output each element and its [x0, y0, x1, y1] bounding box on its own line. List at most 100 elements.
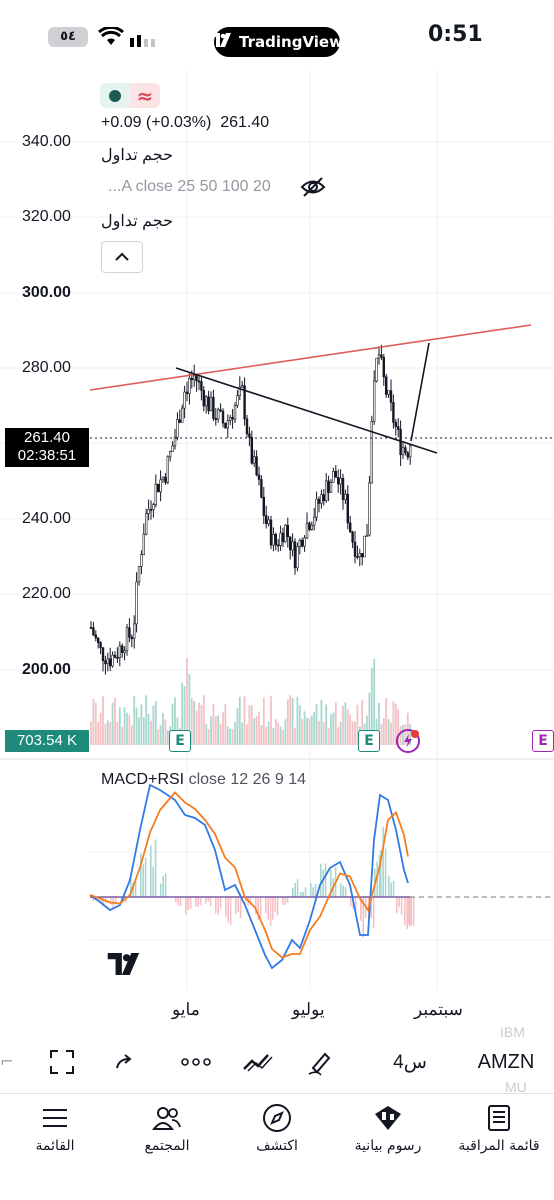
- menu-icon: [0, 1102, 110, 1134]
- macd-hist-bar: [177, 897, 179, 906]
- candle-body: [358, 553, 361, 557]
- macd-hist-bar: [215, 897, 217, 914]
- volume-bar: [135, 707, 138, 745]
- price-tick: 320.00: [22, 208, 71, 225]
- nav-label: المجتمع: [144, 1138, 190, 1154]
- candle-body: [269, 519, 273, 546]
- macd-legend[interactable]: MACD+RSI close 12 26 9 14: [101, 771, 306, 789]
- earnings-badge[interactable]: E: [169, 730, 191, 752]
- volume-bar: [121, 726, 124, 745]
- candle-body: [140, 554, 143, 567]
- eye-off-icon[interactable]: [300, 176, 326, 202]
- candle-body: [387, 390, 390, 395]
- candle-body: [274, 533, 277, 546]
- nav-item-community[interactable]: المجتمع: [112, 1102, 222, 1154]
- volume-bar: [250, 705, 253, 745]
- macd-hist-bar: [229, 897, 232, 925]
- volume-bar: [241, 722, 244, 745]
- collapse-legend-button[interactable]: [101, 241, 143, 273]
- nav-item-charts[interactable]: رسوم بيانية: [333, 1102, 443, 1154]
- volume-bar: [219, 724, 222, 745]
- price-chart[interactable]: [0, 70, 554, 760]
- candle-body: [97, 637, 100, 644]
- macd-hist-bar: [164, 873, 167, 897]
- candle-body: [137, 566, 141, 583]
- symbol-selector[interactable]: AMZN: [470, 1045, 542, 1079]
- moving-average-legend[interactable]: ...A close 25 50 100 20: [108, 178, 288, 196]
- candle-body: [233, 404, 237, 420]
- volume-bar: [195, 710, 198, 745]
- drawing-tools-icon[interactable]: [305, 1045, 337, 1079]
- scroll-hint-icon: ⌐: [0, 1052, 14, 1071]
- volume-bar: [164, 719, 167, 745]
- volume-bar: [294, 727, 296, 745]
- candle-body: [286, 524, 289, 538]
- candle-body: [195, 375, 198, 382]
- volume-bar: [342, 705, 344, 745]
- volume-bar: [325, 704, 328, 745]
- lightning-event-icon[interactable]: [395, 728, 421, 758]
- candle-body: [130, 636, 133, 640]
- macd-hist-bar: [406, 897, 408, 929]
- price-tick: 200.00: [22, 661, 71, 678]
- macd-hist-bar: [312, 887, 314, 897]
- candle-body: [241, 385, 244, 388]
- indicators-icon[interactable]: [240, 1045, 276, 1079]
- nav-item-watchlist[interactable]: قائمة المراقبة: [444, 1102, 554, 1154]
- macd-hist-bar: [276, 897, 279, 916]
- candle-body: [317, 498, 321, 504]
- candle-body: [291, 541, 294, 551]
- projection-line[interactable]: [410, 342, 430, 442]
- clock-time: 0:51: [428, 22, 483, 47]
- candle-body: [181, 407, 184, 423]
- volume-bar: [330, 714, 332, 745]
- candle-body: [303, 537, 306, 547]
- volume-bar: [152, 705, 155, 745]
- legend-price-row: +0.09 (+0.03%) 261.40: [101, 114, 269, 132]
- volume-bar: [318, 721, 320, 745]
- volume-bar: [315, 704, 318, 745]
- candle-body: [382, 356, 385, 378]
- dividend-badge[interactable]: E: [532, 730, 554, 752]
- candle-body: [406, 452, 409, 458]
- interval-selector[interactable]: 4س: [385, 1045, 435, 1079]
- share-icon[interactable]: [110, 1045, 140, 1079]
- candle-body: [351, 531, 354, 543]
- candle-body: [334, 470, 337, 478]
- candle-body: [272, 533, 275, 546]
- volume-label-2: حجم تداول: [101, 213, 173, 230]
- macd-hist-bar: [259, 897, 262, 920]
- volume-bar: [154, 700, 157, 745]
- macd-hist-bar: [187, 897, 189, 910]
- macd-indicator-name: MACD+RSI: [101, 771, 185, 788]
- earnings-badge[interactable]: E: [358, 730, 380, 752]
- legend-toggle[interactable]: ≈: [100, 83, 160, 108]
- candles-icon: [333, 1102, 443, 1134]
- volume-bar: [99, 712, 102, 745]
- descending-trendline[interactable]: [175, 367, 438, 454]
- candle-body: [375, 357, 378, 382]
- volume-bar: [253, 718, 256, 745]
- volume-bar: [262, 697, 265, 745]
- volume-bar: [349, 714, 352, 745]
- candle-body: [293, 541, 297, 569]
- nav-item-menu[interactable]: القائمة: [0, 1102, 110, 1154]
- volume-bar: [255, 716, 258, 745]
- macd-rsi-pane[interactable]: [0, 760, 554, 990]
- candle-body: [229, 416, 232, 421]
- nav-item-explore[interactable]: اكتشف: [222, 1102, 332, 1154]
- volume-bar: [231, 729, 234, 745]
- macd-hist-bar: [142, 864, 144, 897]
- more-options-icon[interactable]: [180, 1045, 212, 1079]
- candle-body: [276, 544, 280, 547]
- macd-hist-bar: [154, 839, 157, 897]
- volume-bar: [212, 704, 215, 745]
- volume-bar: [296, 696, 299, 745]
- nav-label: رسوم بيانية: [354, 1138, 422, 1154]
- volume-bar: [102, 696, 104, 745]
- tradingview-logo-icon: [211, 33, 233, 51]
- macd-hist-bar: [408, 897, 410, 924]
- fullscreen-icon[interactable]: [46, 1045, 78, 1079]
- volume-bar: [90, 721, 92, 745]
- macd-hist-bar: [274, 897, 276, 912]
